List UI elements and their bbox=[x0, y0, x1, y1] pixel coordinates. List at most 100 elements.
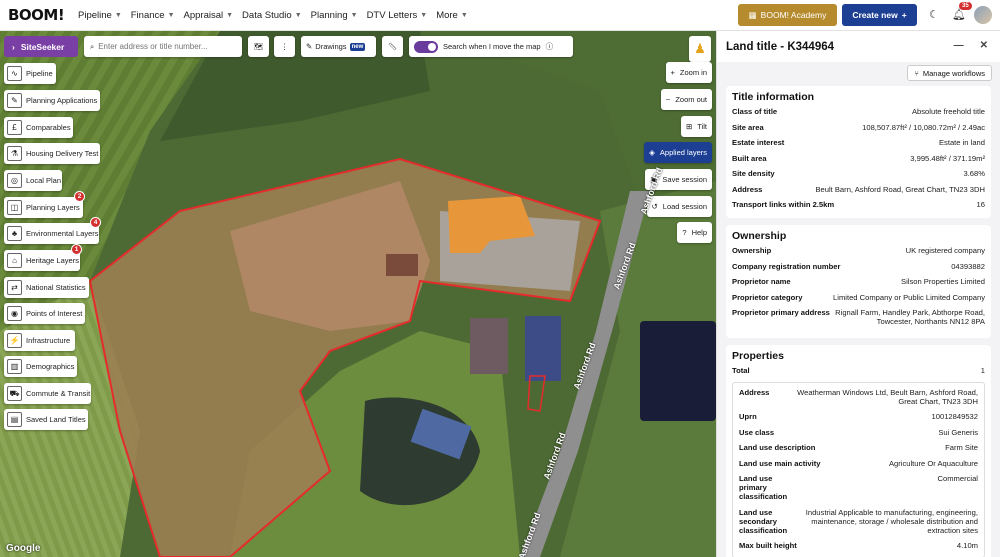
layer-button-housing-delivery-test[interactable]: ⚗ Housing Delivery Test bbox=[4, 143, 100, 164]
drawings-button[interactable]: ✎ Drawings new bbox=[301, 36, 376, 57]
info-row: Estate interest Estate in land bbox=[732, 138, 985, 147]
measure-button[interactable]: 📏︎ bbox=[382, 36, 403, 57]
search-on-move-toggle[interactable] bbox=[414, 40, 438, 53]
row-value: Weatherman Windows Ltd, Beult Barn, Ashf… bbox=[797, 387, 978, 406]
info-row: Site density 3.68% bbox=[732, 169, 985, 178]
load-session-button[interactable]: ↺ Load session bbox=[646, 196, 712, 217]
layer-button-commute-transit[interactable]: ⛟ Commute & Transit bbox=[4, 383, 91, 404]
layer-button-saved-land-titles[interactable]: ▤ Saved Land Titles bbox=[4, 409, 88, 430]
siteseeker-button[interactable]: › SiteSeeker bbox=[4, 36, 78, 57]
info-icon[interactable]: ⓘ bbox=[546, 41, 554, 52]
layer-button-planning-layers[interactable]: ◫ Planning Layers bbox=[4, 197, 83, 218]
new-badge: new bbox=[349, 42, 366, 51]
layer-button-comparables[interactable]: £ Comparables bbox=[4, 117, 73, 138]
layer-button-environmental-layers[interactable]: ♣ Environmental Layers bbox=[4, 223, 99, 244]
row-value: 3.68% bbox=[963, 169, 985, 178]
planning-layers-icon: ◫ bbox=[7, 200, 22, 215]
saved-icon: ▤ bbox=[7, 412, 22, 427]
avatar[interactable] bbox=[974, 6, 992, 24]
tilt-button[interactable]: ⊞ Tilt bbox=[680, 116, 712, 137]
layer-label: Infrastructure bbox=[26, 336, 71, 345]
layer-label: Saved Land Titles bbox=[26, 415, 86, 424]
row-value[interactable]: Silson Properties Limited bbox=[901, 277, 985, 286]
layer-count-badge: 2 bbox=[74, 191, 85, 202]
search-input[interactable] bbox=[98, 42, 229, 51]
map-view[interactable]: ›SiteSeeker ⌕ 🗺︎ ⋮ ✎Drawingsnew 📏︎ Searc… bbox=[0, 31, 716, 557]
history-icon: ↺ bbox=[651, 202, 658, 211]
street-view-pegman[interactable]: ♟ bbox=[689, 36, 711, 62]
zoom-out-label: Zoom out bbox=[675, 95, 707, 104]
map-type-button[interactable]: 🗺︎ bbox=[248, 36, 269, 57]
nav-finance[interactable]: Finance ▼ bbox=[131, 10, 175, 21]
nav-pipeline[interactable]: Pipeline ▼ bbox=[78, 10, 122, 21]
nav-appraisal[interactable]: Appraisal ▼ bbox=[184, 10, 234, 21]
row-value: 4.10m bbox=[956, 541, 978, 550]
zoom-in-label: Zoom in bbox=[679, 68, 707, 77]
layer-button-infrastructure[interactable]: ⚡ Infrastructure bbox=[4, 330, 75, 351]
row-value[interactable]: 04393882 bbox=[951, 262, 985, 271]
row-key: Company registration number bbox=[732, 261, 841, 271]
create-label: Create new bbox=[852, 10, 898, 20]
chevron-down-icon: ▼ bbox=[114, 11, 122, 19]
help-label: Help bbox=[691, 228, 707, 237]
layer-label: National Statistics bbox=[26, 283, 86, 292]
info-row: Proprietor name Silson Properties Limited bbox=[732, 277, 985, 286]
layer-button-national-statistics[interactable]: ⇄ National Statistics bbox=[4, 277, 89, 298]
layers-icon: ◈ bbox=[649, 148, 655, 157]
academy-icon: ▦ bbox=[748, 9, 757, 20]
row-key: Built area bbox=[732, 153, 767, 163]
notification-badge: 35 bbox=[959, 2, 972, 10]
minimize-icon[interactable]: — bbox=[954, 40, 964, 51]
layer-label: Pipeline bbox=[26, 69, 53, 78]
card-heading: Title information bbox=[732, 91, 815, 103]
nav-dtv-letters[interactable]: DTV Letters ▼ bbox=[367, 10, 428, 21]
layer-button-heritage-layers[interactable]: ⌂ Heritage Layers bbox=[4, 250, 80, 271]
info-row: Built area 3,995.48ft² / 371.19m² bbox=[732, 154, 985, 163]
app-logo[interactable]: BOOM! bbox=[8, 6, 78, 24]
layer-button-pipeline[interactable]: ∿ Pipeline bbox=[4, 63, 56, 84]
panel-header: Land title - K344964 — ✕ bbox=[717, 31, 1000, 62]
nav-label: DTV Letters bbox=[366, 9, 418, 21]
nav-label: Planning bbox=[310, 9, 348, 21]
row-value: 16 bbox=[976, 200, 985, 209]
info-row: Land use description Farm Site bbox=[739, 443, 978, 452]
academy-button[interactable]: ▦ BOOM! Academy bbox=[738, 4, 837, 26]
nav-label: More bbox=[436, 9, 458, 21]
row-key: Ownership bbox=[732, 246, 772, 255]
layer-label: Housing Delivery Test bbox=[26, 149, 99, 158]
satellite-imagery bbox=[0, 31, 716, 557]
row-key: Estate interest bbox=[732, 138, 785, 147]
nav-planning[interactable]: Planning ▼ bbox=[311, 10, 358, 21]
nav-more[interactable]: More ▼ bbox=[436, 10, 468, 21]
help-button[interactable]: ? Help bbox=[677, 222, 712, 243]
search-icon: ⌕ bbox=[90, 41, 95, 51]
row-value: Estate in land bbox=[938, 138, 985, 147]
applied-layers-label: Applied layers bbox=[659, 148, 707, 157]
panel-title: Land title - K344964 bbox=[726, 40, 835, 53]
manage-workflows-button[interactable]: ⑂ Manage workflows bbox=[907, 65, 992, 81]
row-key: Uprn bbox=[739, 412, 757, 421]
property-detail: Address Weatherman Windows Ltd, Beult Bar… bbox=[732, 381, 985, 557]
zoom-out-button[interactable]: − Zoom out bbox=[660, 89, 712, 110]
layer-label: Environmental Layers bbox=[26, 229, 99, 238]
plus-icon: + bbox=[901, 10, 907, 20]
create-new-button[interactable]: Create new + bbox=[842, 4, 917, 26]
close-icon[interactable]: ✕ bbox=[980, 40, 988, 51]
moon-icon[interactable]: ☾ bbox=[929, 8, 939, 21]
row-value: Sui Generis bbox=[938, 427, 978, 437]
nav-label: Finance bbox=[130, 9, 165, 21]
top-bar: BOOM! Pipeline ▼ Finance ▼ Appraisal ▼ Data… bbox=[0, 0, 1000, 31]
layer-button-demographics[interactable]: ▥ Demographics bbox=[4, 356, 77, 377]
card-heading: Ownership bbox=[732, 230, 787, 242]
card-heading: Properties bbox=[732, 350, 784, 362]
layer-label: Heritage Layers bbox=[26, 256, 79, 265]
applied-layers-button[interactable]: ◈ Applied layers bbox=[644, 142, 712, 163]
layer-button-planning-applications[interactable]: ✎ Planning Applications bbox=[4, 90, 100, 111]
ownership-card: Ownership Ownership UK registered company… bbox=[726, 225, 991, 338]
layer-button-local-plan[interactable]: ◎ Local Plan bbox=[4, 170, 62, 191]
toggle-label: Search when I move the map bbox=[443, 42, 541, 51]
nav-data-studio[interactable]: Data Studio ▼ bbox=[242, 10, 302, 21]
layer-button-points-of-interest[interactable]: ◉ Points of Interest bbox=[4, 303, 85, 324]
more-options-button[interactable]: ⋮ bbox=[274, 36, 295, 57]
zoom-in-button[interactable]: + Zoom in bbox=[665, 62, 712, 83]
